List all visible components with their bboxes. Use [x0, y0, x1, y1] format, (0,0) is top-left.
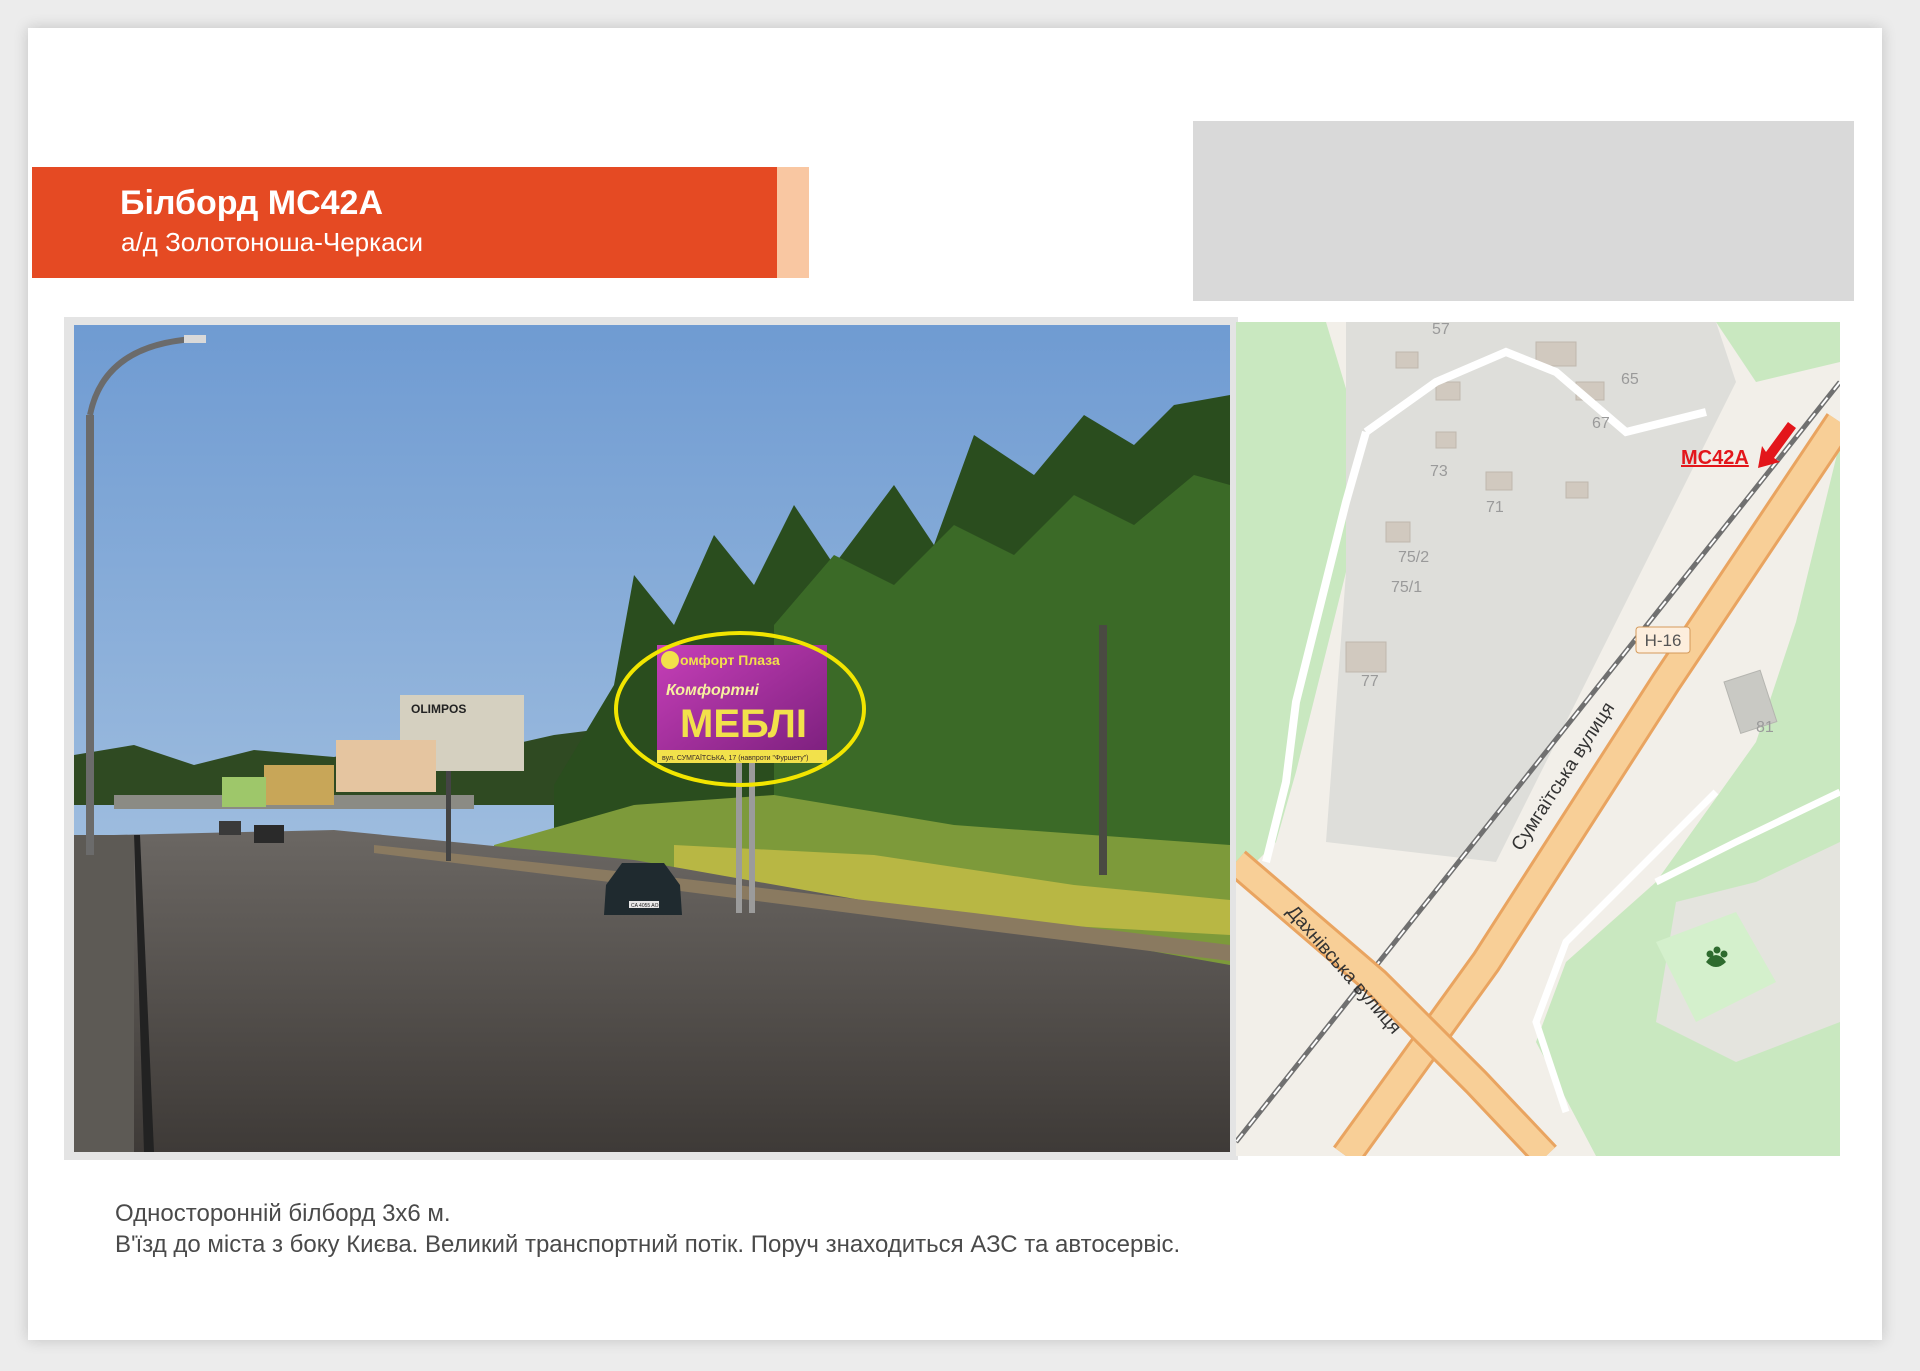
- billboard-address: вул. СУМГАЇТСЬКА, 17 (навпроти "Фуршету"…: [662, 754, 809, 762]
- background-billboard-3: [264, 765, 334, 805]
- title-banner-accent: [777, 167, 809, 278]
- description-line: В'їзд до міста з боку Києва. Великий тра…: [115, 1231, 1181, 1258]
- building: [1345, 641, 1387, 673]
- description: Односторонній білборд 3х6 м. В'їзд до мі…: [115, 1198, 1180, 1260]
- house-number: 65: [1621, 371, 1639, 388]
- billboard-brand: омфорт Плаза: [680, 652, 780, 668]
- map-illustration: 57 65 67 73 71 75/2 75/1 77 81 Н-16 Сумг…: [1236, 322, 1840, 1156]
- house-number: 77: [1361, 673, 1379, 690]
- paw-icon-toe: [1720, 950, 1728, 958]
- background-billboard-2: [336, 740, 436, 792]
- house-number: 67: [1592, 415, 1610, 432]
- distant-car: [254, 825, 284, 843]
- power-pole: [1099, 625, 1107, 875]
- building: [1435, 431, 1457, 449]
- paw-icon-toe: [1706, 950, 1714, 958]
- page-subtitle: а/д Золотоноша-Черкаси: [121, 227, 424, 257]
- building: [1565, 481, 1589, 499]
- background-billboard-leg: [446, 771, 451, 861]
- billboard-line1: Комфортні: [666, 682, 759, 699]
- house-number: 73: [1430, 463, 1448, 480]
- description-line: Односторонній білборд 3х6 м.: [115, 1200, 451, 1227]
- park-area: [1716, 322, 1840, 382]
- road-badge-label: Н-16: [1645, 631, 1682, 650]
- lamp-head: [184, 335, 206, 343]
- background-billboard-4: [222, 777, 266, 807]
- placeholder-panel: [1193, 121, 1854, 301]
- building: [1395, 351, 1419, 369]
- building: [1485, 471, 1513, 491]
- billboard-line2: МЕБЛІ: [680, 702, 807, 746]
- house-number: 71: [1486, 499, 1504, 516]
- car-plate-text: CA 4055 AO: [631, 903, 659, 909]
- cross-street-name: Дахнівська вулиця: [1282, 902, 1405, 1039]
- main-billboard-logo: [661, 651, 679, 669]
- building: [1385, 521, 1411, 543]
- photo-illustration: OLIMPOS омфорт Плаза Комфортні МЕБЛІ вул…: [74, 325, 1230, 1152]
- house-number: 75/2: [1398, 549, 1429, 566]
- location-map: 57 65 67 73 71 75/2 75/1 77 81 Н-16 Сумг…: [1236, 322, 1840, 1156]
- background-billboard-text: OLIMPOS: [411, 702, 466, 716]
- house-number: 75/1: [1391, 579, 1422, 596]
- distant-car: [219, 821, 241, 835]
- lamp-post: [86, 415, 94, 855]
- house-number: 57: [1432, 322, 1450, 338]
- sidewalk: [74, 835, 134, 1152]
- page-title: Білборд MC42A: [120, 184, 384, 222]
- map-marker-label: MC42A: [1681, 447, 1749, 469]
- billboard-photo: OLIMPOS омфорт Плаза Комфортні МЕБЛІ вул…: [74, 325, 1230, 1152]
- paw-icon-toe: [1713, 946, 1721, 954]
- house-number: 81: [1756, 719, 1774, 736]
